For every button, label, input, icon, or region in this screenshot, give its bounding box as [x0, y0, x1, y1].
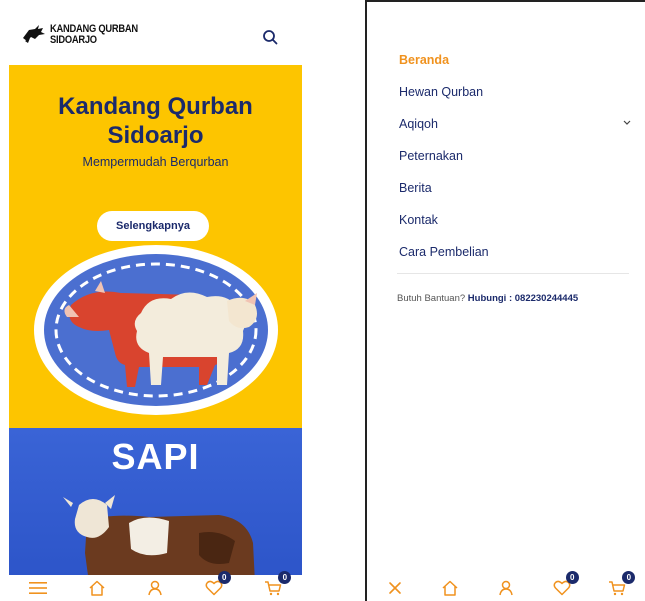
help-prefix: Butuh Bantuan?: [397, 293, 466, 304]
wishlist-button[interactable]: 0: [534, 571, 590, 601]
cart-icon: [264, 581, 281, 596]
search-icon: [263, 30, 278, 45]
cart-button[interactable]: 0: [243, 571, 302, 601]
cow-sheep-illustration: [34, 245, 278, 415]
menu-item-berita[interactable]: Berita: [399, 172, 631, 204]
cart-button[interactable]: 0: [589, 571, 645, 601]
site-header: KANDANG QURBAN SIDOARJO: [9, 0, 302, 65]
menu-item-hewan-qurban[interactable]: Hewan Qurban: [399, 76, 631, 108]
brand-name-line2: SIDOARJO: [50, 34, 97, 46]
side-menu: Beranda Hewan Qurban Aqiqoh Peternakan B…: [399, 44, 631, 268]
help-phone: Hubungi : 082230244445: [467, 293, 579, 304]
menu-item-kontak[interactable]: Kontak: [399, 204, 631, 236]
home-icon: [89, 580, 105, 596]
hero-banner: Kandang Qurban Sidoarjo Mempermudah Berq…: [9, 65, 302, 428]
account-button[interactable]: [478, 575, 534, 601]
hero-subtitle: Mempermudah Berqurban: [82, 155, 229, 169]
hero-title-line1: Kandang Qurban: [58, 93, 253, 120]
menu-item-cara-pembelian[interactable]: Cara Pembelian: [399, 236, 631, 268]
search-button[interactable]: [261, 28, 281, 48]
learn-more-button[interactable]: Selengkapnya: [97, 211, 209, 241]
close-icon: [388, 582, 401, 594]
banner-title: SAPI: [111, 436, 200, 477]
close-menu-button[interactable]: [367, 575, 423, 601]
user-icon: [499, 580, 513, 596]
user-icon: [148, 580, 163, 596]
menu-screen: Beranda Hewan Qurban Aqiqoh Peternakan B…: [365, 0, 645, 601]
cattle-banner[interactable]: SAPI: [9, 428, 302, 576]
wishlist-count-badge: 0: [217, 571, 231, 584]
home-button[interactable]: [423, 575, 479, 601]
menu-item-aqiqoh[interactable]: Aqiqoh: [399, 108, 631, 140]
brand-logo[interactable]: KANDANG QURBAN SIDOARJO: [21, 24, 153, 46]
menu-button[interactable]: [9, 575, 68, 601]
menu-item-aqiqoh-label: Aqiqoh: [399, 117, 438, 131]
menu-item-peternakan[interactable]: Peternakan: [399, 140, 631, 172]
menu-divider: [397, 273, 629, 274]
home-screen: KANDANG QURBAN SIDOARJO Kandang Qurban S…: [9, 0, 302, 601]
wishlist-button[interactable]: 0: [185, 571, 244, 601]
chevron-down-icon[interactable]: [623, 120, 631, 126]
bottom-navigation: 0 0: [9, 571, 302, 601]
cart-count-badge: 0: [622, 571, 636, 584]
account-button[interactable]: [126, 575, 185, 601]
cattle-photo: [63, 495, 255, 576]
home-icon: [442, 580, 458, 596]
bottom-navigation: 0 0: [367, 571, 645, 601]
help-contact[interactable]: Butuh Bantuan? Hubungi : 082230244445: [397, 293, 578, 304]
home-button[interactable]: [68, 575, 127, 601]
cart-count-badge: 0: [278, 571, 292, 584]
hero-title-line2: Sidoarjo: [107, 122, 204, 149]
goat-logo-icon: [21, 24, 47, 44]
wishlist-count-badge: 0: [565, 571, 579, 584]
menu-icon: [29, 582, 48, 594]
menu-item-beranda[interactable]: Beranda: [399, 44, 631, 76]
